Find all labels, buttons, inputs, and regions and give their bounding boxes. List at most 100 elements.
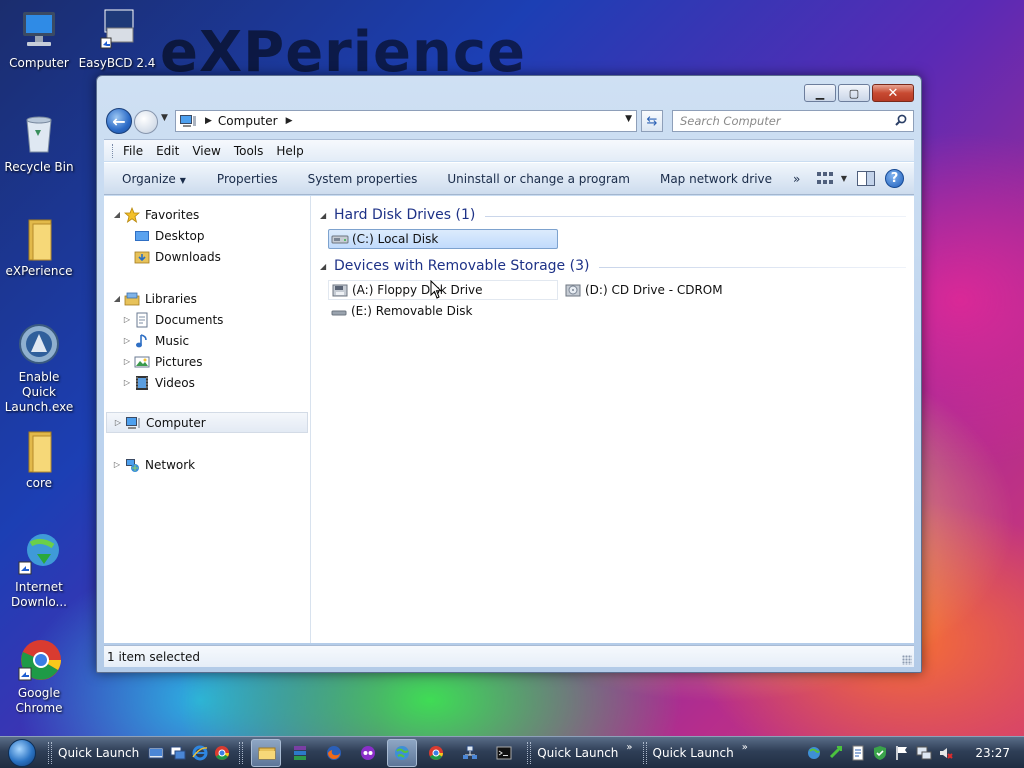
toolbar-grip[interactable]	[527, 741, 532, 764]
menu-file[interactable]: File	[123, 144, 143, 158]
menu-help[interactable]: Help	[276, 144, 303, 158]
network-tray-icon[interactable]	[916, 745, 932, 761]
properties-button[interactable]: Properties	[202, 172, 293, 186]
expand-icon[interactable]: ▷	[112, 460, 122, 469]
collapse-icon[interactable]: ◢	[112, 294, 122, 303]
breadcrumb-separator-icon[interactable]: ▶	[286, 116, 293, 126]
nav-libraries[interactable]: ◢ Libraries	[104, 288, 310, 309]
group-header-hard-disk-drives[interactable]: ◢ Hard Disk Drives (1)	[320, 205, 906, 225]
nav-music[interactable]: ▷ Music	[104, 330, 310, 351]
start-button[interactable]	[0, 737, 42, 768]
toolbar-grip[interactable]	[48, 741, 52, 764]
drive-label: (E:) Removable Disk	[351, 304, 473, 318]
drive-item-a[interactable]: (A:) Floppy Disk Drive	[328, 280, 558, 300]
desktop-icon-recycle-bin[interactable]: Recycle Bin	[0, 112, 78, 175]
security-shield-icon[interactable]	[872, 745, 888, 761]
map-network-drive-button[interactable]: Map network drive	[645, 172, 787, 186]
menu-view[interactable]: View	[192, 144, 220, 158]
chevron-icon[interactable]: »	[626, 742, 632, 753]
toolbar-grip[interactable]	[642, 741, 647, 764]
expand-icon[interactable]: ▷	[113, 418, 123, 427]
nav-desktop[interactable]: Desktop	[104, 225, 310, 246]
nav-videos[interactable]: ▷ Videos	[104, 372, 310, 393]
nav-computer-label: Computer	[146, 415, 206, 430]
resize-grip[interactable]	[902, 655, 912, 665]
nav-network[interactable]: ▷ Network	[104, 454, 310, 475]
taskbar-button-command-prompt[interactable]	[489, 739, 519, 767]
toolbar-grip[interactable]	[239, 741, 244, 764]
globe-tray-icon[interactable]	[806, 745, 822, 761]
address-bar[interactable]: ▶ Computer ▶ ▼	[175, 110, 637, 132]
drive-item-d[interactable]: (D:) CD Drive - CDROM	[562, 280, 792, 300]
internet-explorer-icon[interactable]	[192, 745, 208, 761]
document-tray-icon[interactable]	[850, 745, 866, 761]
system-properties-button[interactable]: System properties	[293, 172, 433, 186]
minimize-button[interactable]: ▁	[804, 84, 836, 102]
taskbar-button-globe-app[interactable]	[387, 738, 418, 767]
refresh-button[interactable]: ⇆	[641, 110, 663, 132]
expand-icon[interactable]: ▷	[122, 315, 132, 324]
easybcd-icon	[95, 8, 139, 52]
expand-icon[interactable]: ▷	[122, 378, 132, 387]
desktop-icon-enable-quick-launch[interactable]: Enable Quick Launch.exe	[0, 322, 78, 415]
nav-favorites[interactable]: ◢ Favorites	[104, 204, 310, 225]
back-button[interactable]: ←	[106, 108, 132, 134]
close-button[interactable]: ✕	[872, 84, 914, 102]
view-options-dropdown-icon[interactable]: ▼	[841, 174, 847, 183]
taskbar-button-chrome[interactable]	[421, 739, 451, 767]
breadcrumb-computer[interactable]: Computer	[218, 114, 278, 128]
address-dropdown-icon[interactable]: ▼	[625, 114, 632, 124]
nav-computer[interactable]: ▷ Computer	[106, 412, 308, 433]
desktop-icon-internet-download-manager[interactable]: Internet Downlo...	[0, 532, 78, 610]
forward-button[interactable]	[134, 110, 158, 134]
switch-windows-icon[interactable]	[170, 745, 186, 761]
collapse-icon[interactable]: ◢	[112, 210, 122, 219]
nav-pictures[interactable]: ▷ Pictures	[104, 351, 310, 372]
desktop-icon-google-chrome[interactable]: Google Chrome	[0, 638, 78, 716]
desktop-icon-core[interactable]: core	[0, 428, 78, 491]
sync-tray-icon[interactable]	[828, 745, 844, 761]
preview-pane-icon[interactable]	[857, 171, 875, 186]
status-bar: 1 item selected	[104, 645, 914, 667]
group-header-removable-storage[interactable]: ◢ Devices with Removable Storage (3)	[320, 256, 906, 276]
clock[interactable]: 23:27	[975, 746, 1010, 760]
taskbar-button-winrar[interactable]	[285, 739, 315, 767]
desktop-icon-easybcd[interactable]: EasyBCD 2.4	[78, 8, 156, 71]
drive-item-e[interactable]: (E:) Removable Disk	[328, 301, 558, 321]
expand-icon[interactable]: ▷	[122, 357, 132, 366]
chrome-icon[interactable]	[214, 745, 230, 761]
organize-button[interactable]: Organize ▼	[104, 172, 202, 186]
collapse-icon[interactable]: ◢	[320, 262, 334, 271]
search-input[interactable]: Search Computer	[672, 110, 914, 132]
search-icon[interactable]	[895, 114, 907, 126]
expand-icon[interactable]: ▷	[122, 336, 132, 345]
breadcrumb-separator-icon[interactable]: ▶	[205, 116, 212, 126]
nav-documents[interactable]: ▷ Documents	[104, 309, 310, 330]
uninstall-program-button[interactable]: Uninstall or change a program	[432, 172, 645, 186]
taskbar-button-network-tool[interactable]	[455, 739, 485, 767]
desktop-icon-label: Recycle Bin	[4, 160, 74, 174]
taskbar-button-explorer[interactable]	[251, 738, 282, 767]
collapse-icon[interactable]: ◢	[320, 211, 334, 220]
nav-desktop-label: Desktop	[155, 228, 205, 243]
action-center-flag-icon[interactable]	[894, 745, 910, 761]
computer-icon	[179, 114, 197, 128]
maximize-button[interactable]: ▢	[838, 84, 870, 102]
help-icon[interactable]: ?	[885, 169, 904, 188]
more-commands-button[interactable]: »	[787, 172, 815, 186]
nav-videos-label: Videos	[155, 375, 195, 390]
desktop-icon-label: Computer	[9, 56, 69, 70]
menu-edit[interactable]: Edit	[156, 144, 179, 158]
recent-pages-dropdown[interactable]: ▼	[161, 113, 168, 123]
desktop-icon-computer[interactable]: Computer	[0, 8, 78, 71]
drive-item-c[interactable]: (C:) Local Disk	[328, 229, 558, 249]
menu-tools[interactable]: Tools	[234, 144, 264, 158]
chevron-icon[interactable]: »	[742, 742, 748, 753]
change-view-icon[interactable]	[816, 171, 835, 187]
volume-muted-icon[interactable]	[938, 745, 954, 761]
taskbar-button-firefox[interactable]	[319, 739, 349, 767]
taskbar-button-media-app[interactable]	[353, 739, 383, 767]
desktop-icon-experience[interactable]: eXPerience	[0, 216, 78, 279]
nav-downloads[interactable]: Downloads	[104, 246, 310, 267]
show-desktop-icon[interactable]	[148, 745, 164, 761]
